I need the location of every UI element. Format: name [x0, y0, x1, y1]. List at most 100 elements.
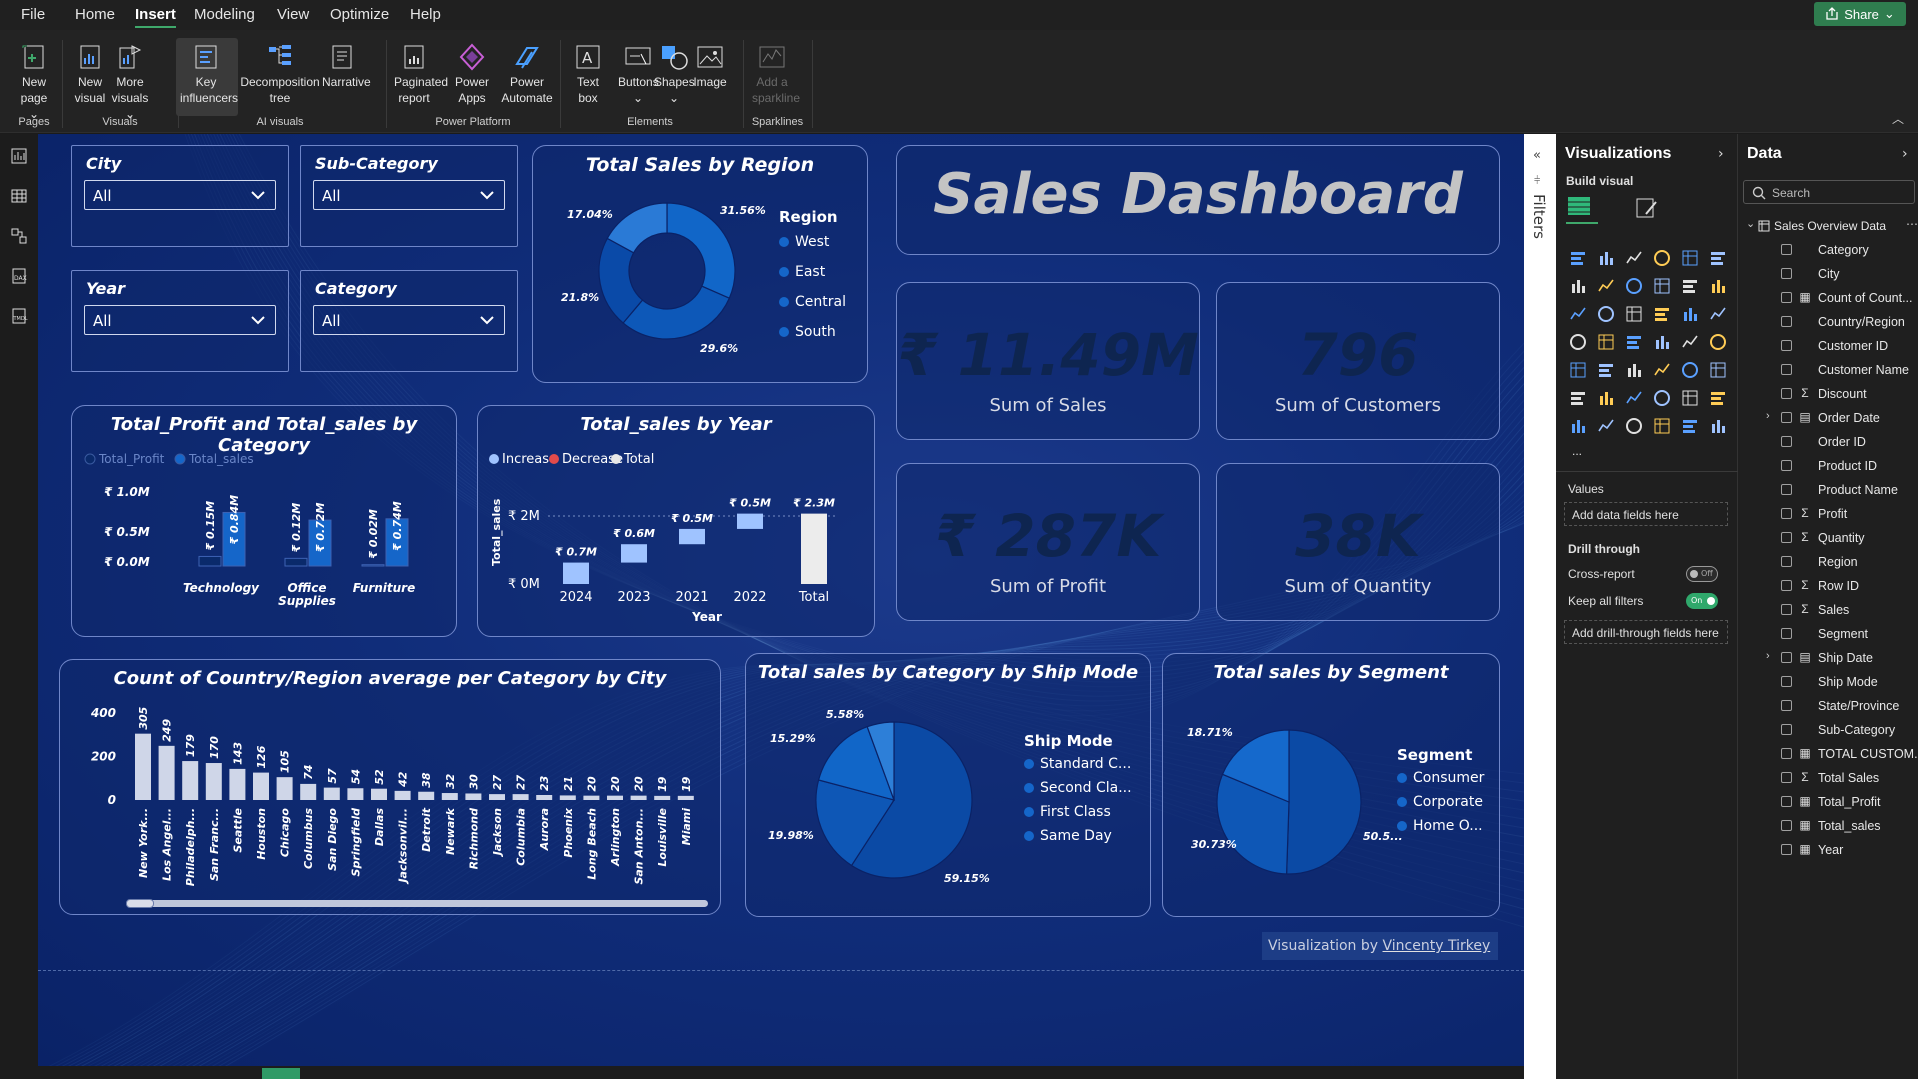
area-chart-icon[interactable] — [1596, 276, 1616, 296]
collapse-ribbon-icon[interactable]: ︿ — [1892, 110, 1904, 127]
bar-total_profit[interactable] — [361, 564, 385, 567]
bar-city[interactable] — [583, 795, 600, 800]
ribbon-button-new-visual[interactable]: New visual — [70, 42, 110, 106]
filters-pane-collapsed[interactable]: « ⫩ Filters — [1524, 134, 1556, 1079]
format-visual-tab[interactable] — [1634, 196, 1660, 224]
category-dropdown[interactable]: All — [313, 305, 505, 335]
bar-city[interactable] — [607, 795, 623, 800]
ribbon-button-shapes[interactable]: Shapes ⌄ — [654, 42, 695, 106]
field-quantity[interactable]: Σ Quantity — [1746, 529, 1916, 549]
azure-map-icon[interactable] — [1624, 332, 1644, 352]
year-dropdown[interactable]: All — [84, 305, 276, 335]
horizontal-scrollbar[interactable] — [126, 899, 708, 908]
field-checkbox[interactable] — [1781, 268, 1792, 279]
power-automate-icon[interactable] — [1596, 416, 1616, 436]
field-category[interactable]: Category — [1746, 241, 1916, 261]
kpi-sales-card[interactable]: ₹ 11.49M Sum of Sales — [896, 282, 1200, 440]
bar-city[interactable] — [394, 790, 411, 800]
field-region[interactable]: Region — [1746, 553, 1916, 573]
stacked-area-icon[interactable] — [1624, 276, 1644, 296]
gauge-icon[interactable] — [1652, 332, 1672, 352]
power-apps-icon[interactable] — [1568, 416, 1588, 436]
stacked-column-icon[interactable] — [1596, 248, 1616, 268]
table-view-icon[interactable] — [9, 186, 29, 206]
field-checkbox[interactable] — [1781, 484, 1792, 495]
chevron-right-icon[interactable]: › — [1766, 650, 1770, 662]
smart-narrative-icon[interactable] — [1652, 388, 1672, 408]
ribbon-button-more-visuals[interactable]: More visuals ⌄ — [110, 42, 150, 122]
field-customer-id[interactable]: Customer ID — [1746, 337, 1916, 357]
bar-city[interactable] — [465, 793, 482, 800]
field-profit[interactable]: Σ Profit — [1746, 505, 1916, 525]
matrix-icon[interactable] — [1652, 360, 1672, 380]
shape-map-icon[interactable] — [1596, 332, 1616, 352]
python-visual-icon[interactable] — [1708, 360, 1728, 380]
bar-city[interactable] — [489, 794, 505, 800]
field-total-profit[interactable]: ▦ Total_Profit — [1746, 793, 1916, 813]
legend-item[interactable]: West — [779, 234, 829, 250]
table-sales-overview[interactable]: ⌄ Sales Overview Data ⋯ — [1746, 217, 1918, 237]
stacked-bar-icon[interactable] — [1568, 248, 1588, 268]
bar-city[interactable] — [536, 794, 553, 800]
bar-city[interactable] — [654, 795, 671, 800]
field-total-sales[interactable]: Σ Total Sales — [1746, 769, 1916, 789]
field-ship-mode[interactable]: Ship Mode — [1746, 673, 1916, 693]
menu-insert[interactable]: Insert — [135, 6, 176, 28]
slicer-icon[interactable] — [1596, 360, 1616, 380]
field-checkbox[interactable] — [1781, 724, 1792, 735]
pie-slice-consumer[interactable] — [1285, 729, 1362, 875]
bar-city[interactable] — [441, 793, 458, 800]
values-drop-zone[interactable]: Add data fields here — [1564, 502, 1728, 526]
field-checkbox[interactable] — [1781, 796, 1792, 807]
field-year[interactable]: ▦ Year — [1746, 841, 1916, 861]
scrollbar-thumb[interactable] — [126, 899, 154, 908]
field-checkbox[interactable] — [1781, 316, 1792, 327]
field-checkbox[interactable] — [1781, 748, 1792, 759]
field-sales[interactable]: Σ Sales — [1746, 601, 1916, 621]
region-donut-card[interactable]: Total Sales by Region 31.56% 29.6% 21.8% 17… — [532, 145, 868, 383]
key-influencers-icon[interactable] — [1568, 388, 1588, 408]
field-discount[interactable]: Σ Discount — [1746, 385, 1916, 405]
search-box[interactable]: Search — [1743, 180, 1915, 204]
dax-query-icon[interactable]: DAX — [9, 266, 29, 286]
bar-total_profit[interactable] — [284, 557, 308, 567]
bar-city[interactable] — [512, 794, 529, 800]
powerapps-2-icon[interactable] — [1680, 416, 1700, 436]
field-checkbox[interactable] — [1781, 460, 1792, 471]
field-checkbox[interactable] — [1781, 556, 1792, 567]
bar-city[interactable] — [347, 788, 364, 800]
chevron-right-icon[interactable]: › — [1766, 410, 1770, 422]
field-order-id[interactable]: Order ID — [1746, 433, 1916, 453]
narrative-2-icon[interactable] — [1652, 416, 1672, 436]
bar-city[interactable] — [135, 733, 151, 800]
field-checkbox[interactable] — [1781, 412, 1792, 423]
legend-item[interactable]: Corporate — [1397, 794, 1483, 810]
field-checkbox[interactable] — [1781, 652, 1792, 663]
kpi-icon[interactable] — [1568, 360, 1588, 380]
field-segment[interactable]: Segment — [1746, 625, 1916, 645]
pie-slice-east[interactable] — [622, 285, 731, 340]
more-visuals-ellipsis[interactable]: ... — [1572, 444, 1582, 458]
field-count-of-count-[interactable]: ▦ Count of Count... — [1746, 289, 1916, 309]
legend-item[interactable]: Second Cla... — [1024, 780, 1132, 796]
bar-city[interactable] — [559, 795, 576, 800]
field-city[interactable]: City — [1746, 265, 1916, 285]
legend-item[interactable]: East — [779, 264, 825, 280]
menu-view[interactable]: View — [277, 6, 309, 23]
multi-row-card-icon[interactable] — [1708, 332, 1728, 352]
field-checkbox[interactable] — [1781, 532, 1792, 543]
r-script-icon[interactable] — [1680, 360, 1700, 380]
donut-icon[interactable] — [1652, 304, 1672, 324]
map-icon[interactable] — [1708, 304, 1728, 324]
bar-total_profit[interactable] — [198, 555, 222, 567]
bar-city[interactable] — [253, 772, 269, 800]
kpi-quantity-card[interactable]: 38K Sum of Quantity — [1216, 463, 1500, 621]
city-count-card[interactable]: Count of Country/Region average per Cate… — [59, 659, 721, 915]
drill-through-drop-zone[interactable]: Add drill-through fields here — [1564, 620, 1728, 644]
ribbon-button-buttons[interactable]: Buttons ⌄ — [618, 42, 659, 106]
decomposition-tree-icon[interactable] — [1596, 388, 1616, 408]
menu-optimize[interactable]: Optimize — [330, 6, 389, 23]
pie-icon[interactable] — [1624, 304, 1644, 324]
bar-city[interactable] — [300, 783, 317, 800]
card-icon[interactable] — [1680, 332, 1700, 352]
